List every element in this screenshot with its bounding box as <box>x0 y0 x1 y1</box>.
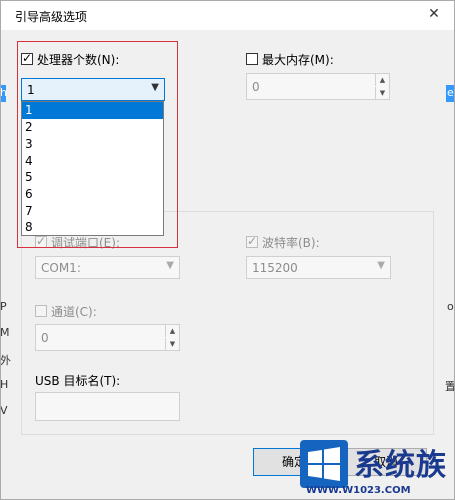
spin-up-icon[interactable]: ▲ <box>375 74 389 86</box>
chevron-down-icon: ▼ <box>166 260 174 271</box>
dropdown-option[interactable]: 1 <box>22 102 163 119</box>
background-text-fragment: 置 <box>445 380 455 393</box>
usb-target-label: USB 目标名(T): <box>35 374 121 388</box>
debug-port-select[interactable]: COM1: ▼ <box>35 256 180 279</box>
dialog-title: 引导高级选项 <box>15 10 88 24</box>
chevron-down-icon: ▼ <box>377 260 385 271</box>
max-memory-spinner[interactable]: 0 ▲ ▼ <box>246 73 390 100</box>
close-icon[interactable]: ✕ <box>424 4 444 24</box>
baud-rate-checkbox[interactable] <box>246 234 258 248</box>
background-text-fragment: e <box>447 86 454 99</box>
channel-checkbox[interactable] <box>35 305 47 317</box>
channel-spinner[interactable]: 0 ▲ ▼ <box>35 324 180 351</box>
windows-logo-icon <box>300 440 348 488</box>
dropdown-option[interactable]: 4 <box>22 153 163 170</box>
max-memory-checkbox[interactable] <box>246 53 258 65</box>
dropdown-option[interactable]: 2 <box>22 119 163 136</box>
background-text-fragment: P <box>0 300 7 313</box>
background-text-fragment: H <box>0 378 9 391</box>
processor-count-dropdown-list[interactable]: 1 2 3 4 5 6 7 8 <box>21 101 164 236</box>
watermark-brand: 系统族 <box>354 448 447 483</box>
watermark-url: WWW.W1023.COM <box>306 485 411 496</box>
background-text-fragment: o <box>447 300 454 313</box>
background-text-fragment: M <box>0 326 10 339</box>
max-memory-value: 0 <box>252 80 260 94</box>
dropdown-option[interactable]: 3 <box>22 136 163 153</box>
background-text-fragment: 外 <box>0 354 11 367</box>
spin-down-icon[interactable]: ▼ <box>165 338 179 350</box>
baud-rate-label: 波特率(B): <box>262 236 320 250</box>
channel-value: 0 <box>41 331 49 345</box>
channel-label: 通道(C): <box>51 305 97 319</box>
usb-target-input[interactable] <box>35 392 180 421</box>
dropdown-option[interactable]: 8 <box>22 219 163 236</box>
background-text-fragment: V <box>0 404 8 417</box>
baud-rate-select[interactable]: 115200 ▼ <box>246 256 391 279</box>
dropdown-option[interactable]: 5 <box>22 169 163 186</box>
baud-rate-value: 115200 <box>252 261 298 275</box>
spin-down-icon[interactable]: ▼ <box>375 87 389 99</box>
spin-up-icon[interactable]: ▲ <box>165 325 179 337</box>
watermark: 系统族 WWW.W1023.COM <box>300 438 455 500</box>
dropdown-option[interactable]: 7 <box>22 203 163 220</box>
background-text-fragment: h <box>0 86 7 99</box>
max-memory-label: 最大内存(M): <box>262 53 334 67</box>
dropdown-option[interactable]: 6 <box>22 186 163 203</box>
debug-port-value: COM1: <box>41 261 81 275</box>
